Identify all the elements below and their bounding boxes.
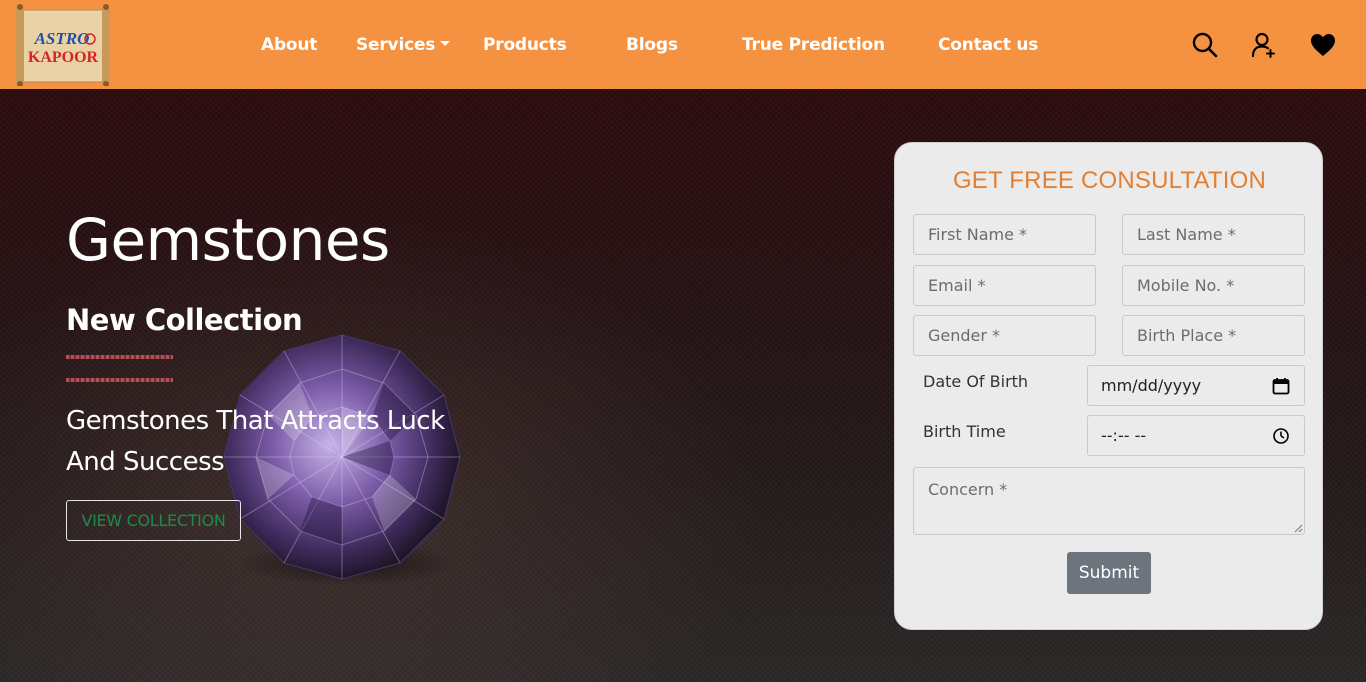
nav-about[interactable]: About xyxy=(261,35,317,55)
concern-field[interactable] xyxy=(913,467,1305,535)
birth-time-value: --:-- -- xyxy=(1101,426,1147,445)
email-field[interactable] xyxy=(913,265,1096,306)
clock-icon[interactable] xyxy=(1272,427,1290,445)
hero-subtitle: New Collection xyxy=(66,303,303,337)
dob-field[interactable]: mm/dd/yyyy xyxy=(1087,365,1305,406)
dob-value: mm/dd/yyyy xyxy=(1101,376,1202,395)
last-name-field[interactable] xyxy=(1122,214,1305,255)
resize-grip-icon[interactable] xyxy=(1294,524,1303,533)
caret-down-icon xyxy=(440,40,451,46)
mobile-field[interactable] xyxy=(1122,265,1305,306)
add-user-icon[interactable] xyxy=(1249,30,1279,60)
first-name-field[interactable] xyxy=(913,214,1096,255)
nav-products[interactable]: Products xyxy=(483,35,567,55)
view-collection-button[interactable]: VIEW COLLECTION xyxy=(66,500,241,541)
nav-services[interactable]: Services xyxy=(356,35,451,55)
gender-field[interactable] xyxy=(913,315,1096,356)
nav-blogs[interactable]: Blogs xyxy=(626,35,678,55)
calendar-icon[interactable] xyxy=(1272,377,1290,395)
birth-place-field[interactable] xyxy=(1122,315,1305,356)
birth-time-label: Birth Time xyxy=(923,422,1006,441)
hero-description: Gemstones That Attracts Luck And Success xyxy=(66,406,445,477)
search-icon[interactable] xyxy=(1190,30,1220,60)
dob-label: Date Of Birth xyxy=(923,372,1029,391)
heart-icon[interactable] xyxy=(1308,30,1338,60)
logo-line-1: ASTRO xyxy=(34,29,90,48)
nav-services-label: Services xyxy=(356,35,436,55)
nav-contact[interactable]: Contact us xyxy=(938,35,1038,55)
logo-line-2: KAPOOR xyxy=(28,49,99,66)
submit-button[interactable]: Submit xyxy=(1067,552,1151,594)
divider-line xyxy=(66,378,173,382)
hero-title: Gemstones xyxy=(66,206,390,274)
form-title: GET FREE CONSULTATION xyxy=(952,167,1267,194)
divider-line xyxy=(66,355,173,359)
site-header: ASTRO KAPOOR About Services Products Blo… xyxy=(0,0,1366,89)
birth-time-field[interactable]: --:-- -- xyxy=(1087,415,1305,456)
nav-true-prediction[interactable]: True Prediction xyxy=(742,35,885,55)
astro-kapoor-logo[interactable]: ASTRO KAPOOR xyxy=(14,4,112,86)
